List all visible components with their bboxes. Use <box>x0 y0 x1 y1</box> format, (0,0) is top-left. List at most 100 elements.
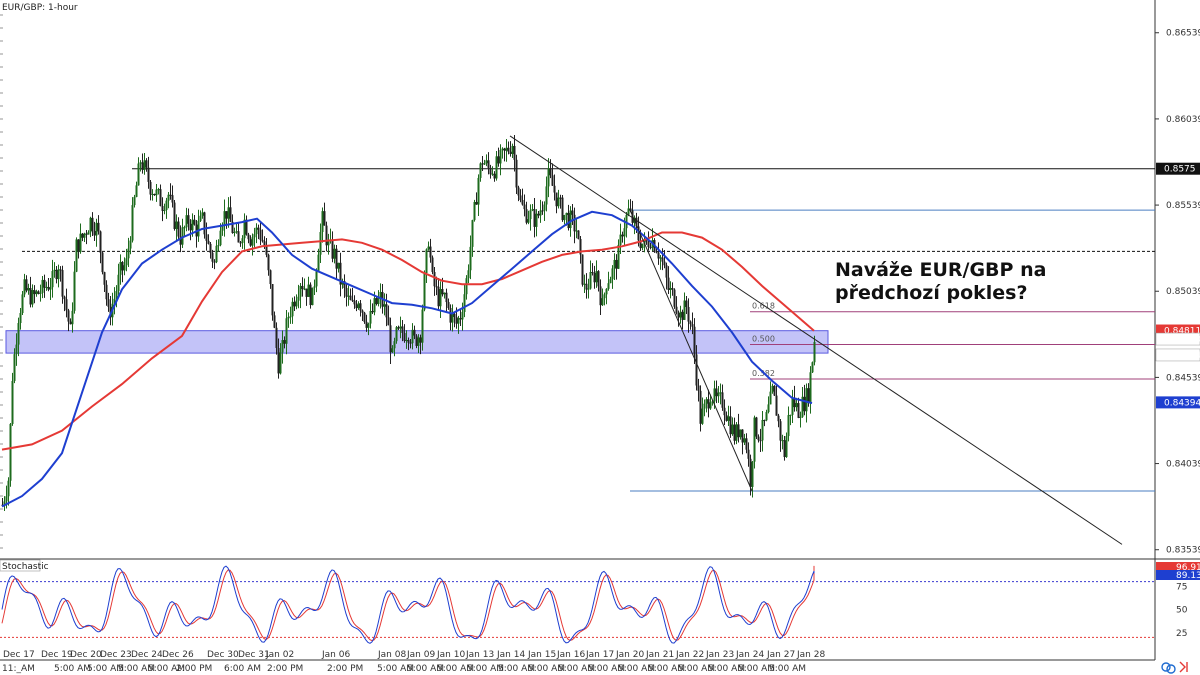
candle-body <box>459 318 462 320</box>
price-badge-label: 0.8575 <box>1164 165 1196 175</box>
candle-body <box>527 219 530 223</box>
candle-body <box>545 186 548 205</box>
candle-body <box>265 246 268 255</box>
time-label: 5:00 AM <box>769 664 806 674</box>
candle-body <box>595 271 598 283</box>
candle-body <box>469 246 472 271</box>
candle-body <box>395 327 398 342</box>
candle-body <box>35 291 38 295</box>
candle-body <box>603 294 606 299</box>
candle-body <box>585 283 588 290</box>
candle-body <box>389 325 392 353</box>
candle-body <box>401 326 404 334</box>
candle-body <box>43 279 46 288</box>
candle-body <box>225 211 228 219</box>
candle-body <box>147 167 150 182</box>
candle-body <box>383 304 386 307</box>
candle-body <box>415 335 418 346</box>
candle-body <box>563 215 566 221</box>
candle-body <box>713 388 716 402</box>
candle-body <box>565 212 568 216</box>
candle-body <box>61 270 64 297</box>
candle-body <box>257 227 260 230</box>
candle-body <box>599 286 602 306</box>
annotation-line-1: Naváže EUR/GBP na <box>835 259 1046 281</box>
candle-body <box>349 295 352 300</box>
candle-body <box>751 461 754 487</box>
candle-body <box>509 151 512 154</box>
candle-body <box>219 230 222 246</box>
candle-body <box>719 392 722 394</box>
candle-body <box>17 323 20 345</box>
candle-body <box>775 395 778 416</box>
candle-body <box>551 175 554 186</box>
candle-body <box>419 337 422 343</box>
candle-body <box>21 294 24 314</box>
stochastic-badge-label: 89.13 <box>1176 571 1200 581</box>
candle-body <box>269 270 272 285</box>
candle-body <box>485 160 488 164</box>
candle-body <box>671 288 674 290</box>
candle-body <box>693 326 696 355</box>
candle-body <box>29 288 32 305</box>
candle-body <box>279 352 282 374</box>
candle-body <box>675 306 678 313</box>
date-label: Jan 20 <box>615 650 644 660</box>
candle-body <box>673 289 676 307</box>
candle-body <box>559 197 562 199</box>
candle-body <box>211 252 214 262</box>
candle-body <box>99 231 102 253</box>
candle-body <box>667 277 670 290</box>
candle-body <box>173 202 176 229</box>
candle-body <box>359 303 362 311</box>
candle-body <box>761 419 764 441</box>
candle-body <box>417 337 420 346</box>
indicator-label: Stochastic <box>2 562 49 572</box>
candle-body <box>503 148 506 151</box>
price-tick-label: 0.86539 <box>1166 29 1200 39</box>
candle-body <box>323 211 326 226</box>
candle-body <box>721 392 724 408</box>
candle-body <box>203 212 206 235</box>
candle-body <box>223 211 226 227</box>
candle-body <box>575 230 578 232</box>
candle-body <box>191 219 194 231</box>
candle-body <box>149 181 152 195</box>
candle-body <box>765 412 768 421</box>
candle-body <box>591 272 594 274</box>
candle-body <box>355 304 358 309</box>
candle-body <box>479 163 482 178</box>
candle-body <box>11 380 14 424</box>
candle-body <box>19 313 22 324</box>
candle-body <box>657 252 660 259</box>
candle-body <box>529 210 532 220</box>
candle-body <box>571 210 574 215</box>
candle-body <box>665 265 668 278</box>
candle-body <box>151 193 154 195</box>
candle-body <box>55 269 58 280</box>
candle-body <box>703 403 706 409</box>
date-label: Jan 23 <box>705 650 734 660</box>
candle-body <box>351 299 354 301</box>
candle-body <box>299 285 302 297</box>
candle-body <box>403 333 406 341</box>
candle-body <box>521 199 524 205</box>
candle-body <box>367 323 370 328</box>
candle-body <box>573 214 576 232</box>
candle-body <box>421 309 424 343</box>
candle-body <box>723 407 726 416</box>
candle-body <box>679 311 682 318</box>
candle-body <box>753 417 756 462</box>
time-axis-labels: 11:_AM 5:00 AM5:00 AM5:00 AM5:00 AM2:00 P… <box>2 664 806 674</box>
candle-body <box>745 438 748 450</box>
candle-body <box>167 194 170 201</box>
candle-body <box>583 283 586 285</box>
candle-body <box>59 269 62 271</box>
candle-body <box>731 424 734 435</box>
stochastic-tick-label: 75 <box>1176 582 1187 592</box>
candle-body <box>659 257 662 259</box>
candle-body <box>81 233 84 238</box>
candle-body <box>253 234 256 238</box>
candle-body <box>171 195 174 203</box>
candle-body <box>809 372 812 404</box>
